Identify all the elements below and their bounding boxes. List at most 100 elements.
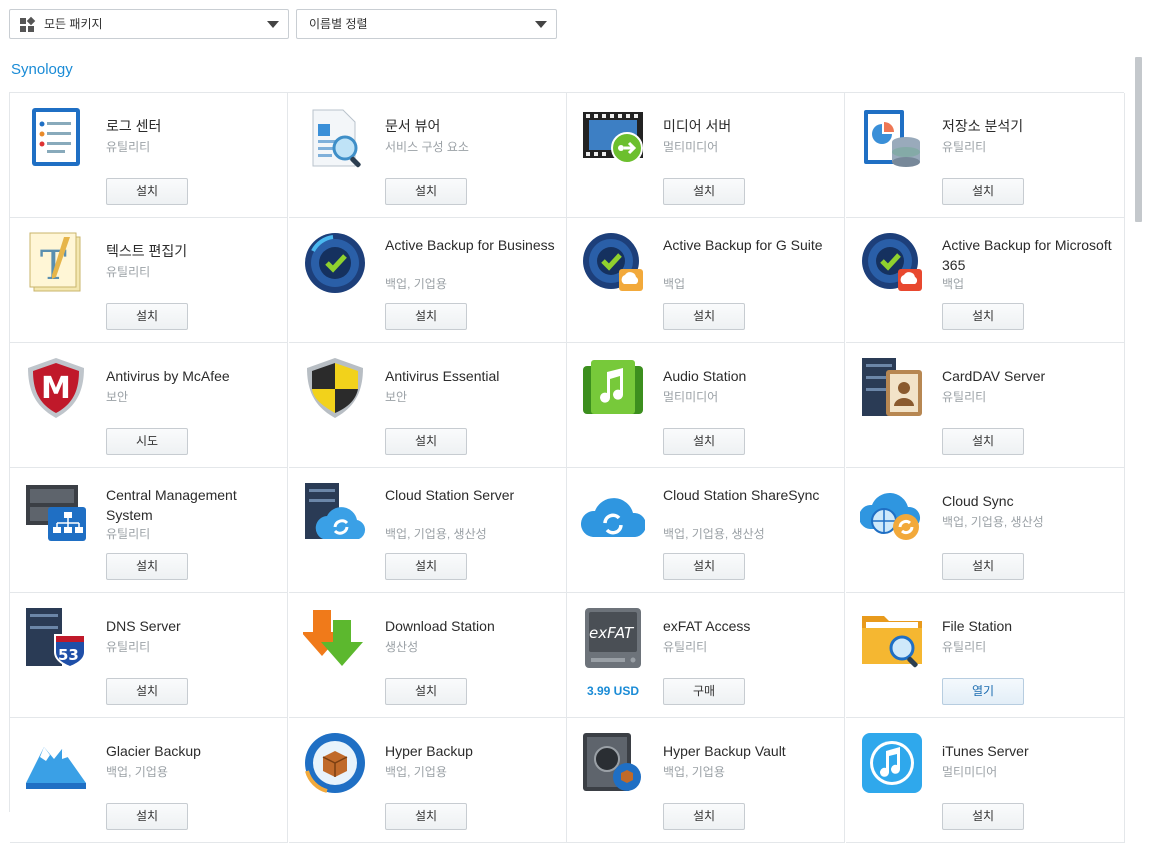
download-station-icon <box>303 606 367 670</box>
package-card[interactable]: 53 DNS Server 유틸리티설치 <box>10 593 288 718</box>
package-category: 백업, 기업용 <box>385 277 447 291</box>
package-action-button[interactable]: 설치 <box>942 178 1024 205</box>
package-category: 생산성 <box>385 640 419 654</box>
package-category: 백업, 기업용, 생산성 <box>385 527 487 541</box>
package-action-button[interactable]: 설치 <box>106 303 188 330</box>
package-action-button[interactable]: 설치 <box>663 803 745 830</box>
package-name: Active Backup for Business <box>385 237 555 253</box>
package-name: Cloud Station Server <box>385 487 515 503</box>
package-card[interactable]: exFAT exFAT Access 유틸리티 3.99 USD 구매 <box>567 593 845 718</box>
package-category: 유틸리티 <box>106 640 151 654</box>
package-name: Cloud Sync <box>942 493 1014 509</box>
package-action-button[interactable]: 설치 <box>385 178 467 205</box>
dns-server-icon: 53 <box>24 606 88 670</box>
document-viewer-icon <box>303 106 367 170</box>
package-action-button[interactable]: 설치 <box>942 303 1024 330</box>
package-category: 백업, 기업용, 생산성 <box>663 527 765 541</box>
carddav-icon <box>860 356 924 420</box>
package-card[interactable]: T 텍스트 편집기유틸리티설치 <box>10 218 288 343</box>
package-action-button[interactable]: 설치 <box>385 803 467 830</box>
category-dropdown[interactable]: 모든 패키지 <box>9 9 289 39</box>
chevron-down-icon <box>267 21 279 28</box>
mcafee-shield-icon: M <box>24 356 88 420</box>
exfat-drive-icon: exFAT <box>581 606 645 670</box>
package-card[interactable]: Hyper Backup Vault 백업, 기업용 설치 <box>567 718 845 843</box>
package-card[interactable]: M Antivirus by McAfee 보안 시도 <box>10 343 288 468</box>
package-card[interactable]: File Station 유틸리티 열기 <box>846 593 1125 718</box>
package-card[interactable]: Download Station 생산성 설치 <box>289 593 567 718</box>
package-action-button[interactable]: 설치 <box>106 178 188 205</box>
log-center-icon <box>24 106 88 170</box>
package-card[interactable]: Cloud Station ShareSync 백업, 기업용, 생산성 설치 <box>567 468 845 593</box>
cloud-station-server-icon <box>303 481 367 545</box>
package-name: CardDAV Server <box>942 368 1046 384</box>
package-action-button[interactable]: 설치 <box>663 178 745 205</box>
package-action-button[interactable]: 설치 <box>663 303 745 330</box>
package-action-button[interactable]: 설치 <box>385 678 467 705</box>
package-card[interactable]: Hyper Backup 백업, 기업용 설치 <box>289 718 567 843</box>
package-card[interactable]: iTunes Server 멀티미디어 설치 <box>846 718 1125 843</box>
package-action-button[interactable]: 설치 <box>942 428 1024 455</box>
package-card[interactable]: 로그 센터 유틸리티 설치 <box>10 93 288 218</box>
svg-text:M: M <box>41 371 71 406</box>
package-card[interactable]: 저장소 분석기 유틸리티 설치 <box>846 93 1125 218</box>
glacier-icon <box>24 731 88 795</box>
package-card[interactable]: CardDAV Server 유틸리티 설치 <box>846 343 1125 468</box>
active-backup-business-icon <box>303 231 367 295</box>
scrollbar[interactable] <box>1133 57 1143 807</box>
package-grid: 로그 센터 유틸리티 설치 문서 뷰어 서비스 구성 요소 설치 미디어 서버 멀티미디어 설치… <box>9 92 1125 843</box>
package-card[interactable]: Glacier Backup 백업, 기업용 설치 <box>10 718 288 843</box>
package-action-button[interactable]: 설치 <box>106 678 188 705</box>
package-category: 서비스 구성 요소 <box>385 140 469 154</box>
package-name: File Station <box>942 618 1013 634</box>
package-action-button[interactable]: 설치 <box>942 553 1024 580</box>
package-name: Active Backup for Microsoft 365 <box>942 237 1112 273</box>
package-category: 유틸리티 <box>942 140 987 154</box>
package-card[interactable]: 미디어 서버멀티미디어설치 <box>567 93 845 218</box>
package-card[interactable]: Active Backup for Microsoft 365 백업설치 <box>846 218 1125 343</box>
package-name: DNS Server <box>106 618 181 634</box>
package-action-button[interactable]: 설치 <box>942 803 1024 830</box>
package-card[interactable]: Audio Station 멀티미디어 설치 <box>567 343 845 468</box>
package-action-button[interactable]: 구매 <box>663 678 745 705</box>
scrollbar-thumb[interactable] <box>1135 57 1142 222</box>
package-name: 미디어 서버 <box>663 118 732 134</box>
grid-icon <box>20 16 36 32</box>
package-category: 보안 <box>385 390 408 404</box>
package-card[interactable]: Cloud Station Server 백업, 기업용, 생산성설치 <box>289 468 567 593</box>
active-backup-gsuite-icon <box>581 231 645 295</box>
package-card[interactable]: Active Backup for G Suite 백업 설치 <box>567 218 845 343</box>
filter-toolbar: 모든 패키지 이름별 정렬 <box>9 9 557 39</box>
package-name: Hyper Backup <box>385 743 473 759</box>
package-action-button[interactable]: 설치 <box>106 803 188 830</box>
package-action-button[interactable]: 설치 <box>663 553 745 580</box>
package-action-button[interactable]: 시도 <box>106 428 188 455</box>
package-category: 유틸리티 <box>106 265 151 279</box>
package-name: Hyper Backup Vault <box>663 743 786 759</box>
package-card[interactable]: Active Backup for Business 백업, 기업용설치 <box>289 218 567 343</box>
sort-dropdown[interactable]: 이름별 정렬 <box>296 9 557 39</box>
text-editor-icon: T <box>24 231 88 295</box>
package-card[interactable]: Cloud Sync 백업, 기업용, 생산성설치 <box>846 468 1125 593</box>
package-action-button[interactable]: 설치 <box>663 428 745 455</box>
package-card[interactable]: 문서 뷰어 서비스 구성 요소 설치 <box>289 93 567 218</box>
package-category: 백업 <box>942 277 965 291</box>
file-station-icon <box>860 606 924 670</box>
package-card[interactable]: Antivirus Essential 보안 설치 <box>289 343 567 468</box>
package-action-button[interactable]: 설치 <box>106 553 188 580</box>
package-name: exFAT Access <box>663 618 751 634</box>
package-action-button[interactable]: 열기 <box>942 678 1024 705</box>
package-card[interactable]: Central Management System 유틸리티 설치 <box>10 468 288 593</box>
hyper-backup-icon <box>303 731 367 795</box>
package-category: 유틸리티 <box>106 140 151 154</box>
package-name: Glacier Backup <box>106 743 201 759</box>
storage-analyzer-icon <box>860 106 924 170</box>
cloud-sharesync-icon <box>581 481 645 545</box>
package-category: 멀티미디어 <box>663 140 719 154</box>
package-name: Active Backup for G Suite <box>663 237 823 253</box>
package-name: 텍스트 편집기 <box>106 243 188 259</box>
package-action-button[interactable]: 설치 <box>385 303 467 330</box>
package-action-button[interactable]: 설치 <box>385 553 467 580</box>
package-action-button[interactable]: 설치 <box>385 428 467 455</box>
package-category: 백업, 기업용, 생산성 <box>942 515 1044 529</box>
